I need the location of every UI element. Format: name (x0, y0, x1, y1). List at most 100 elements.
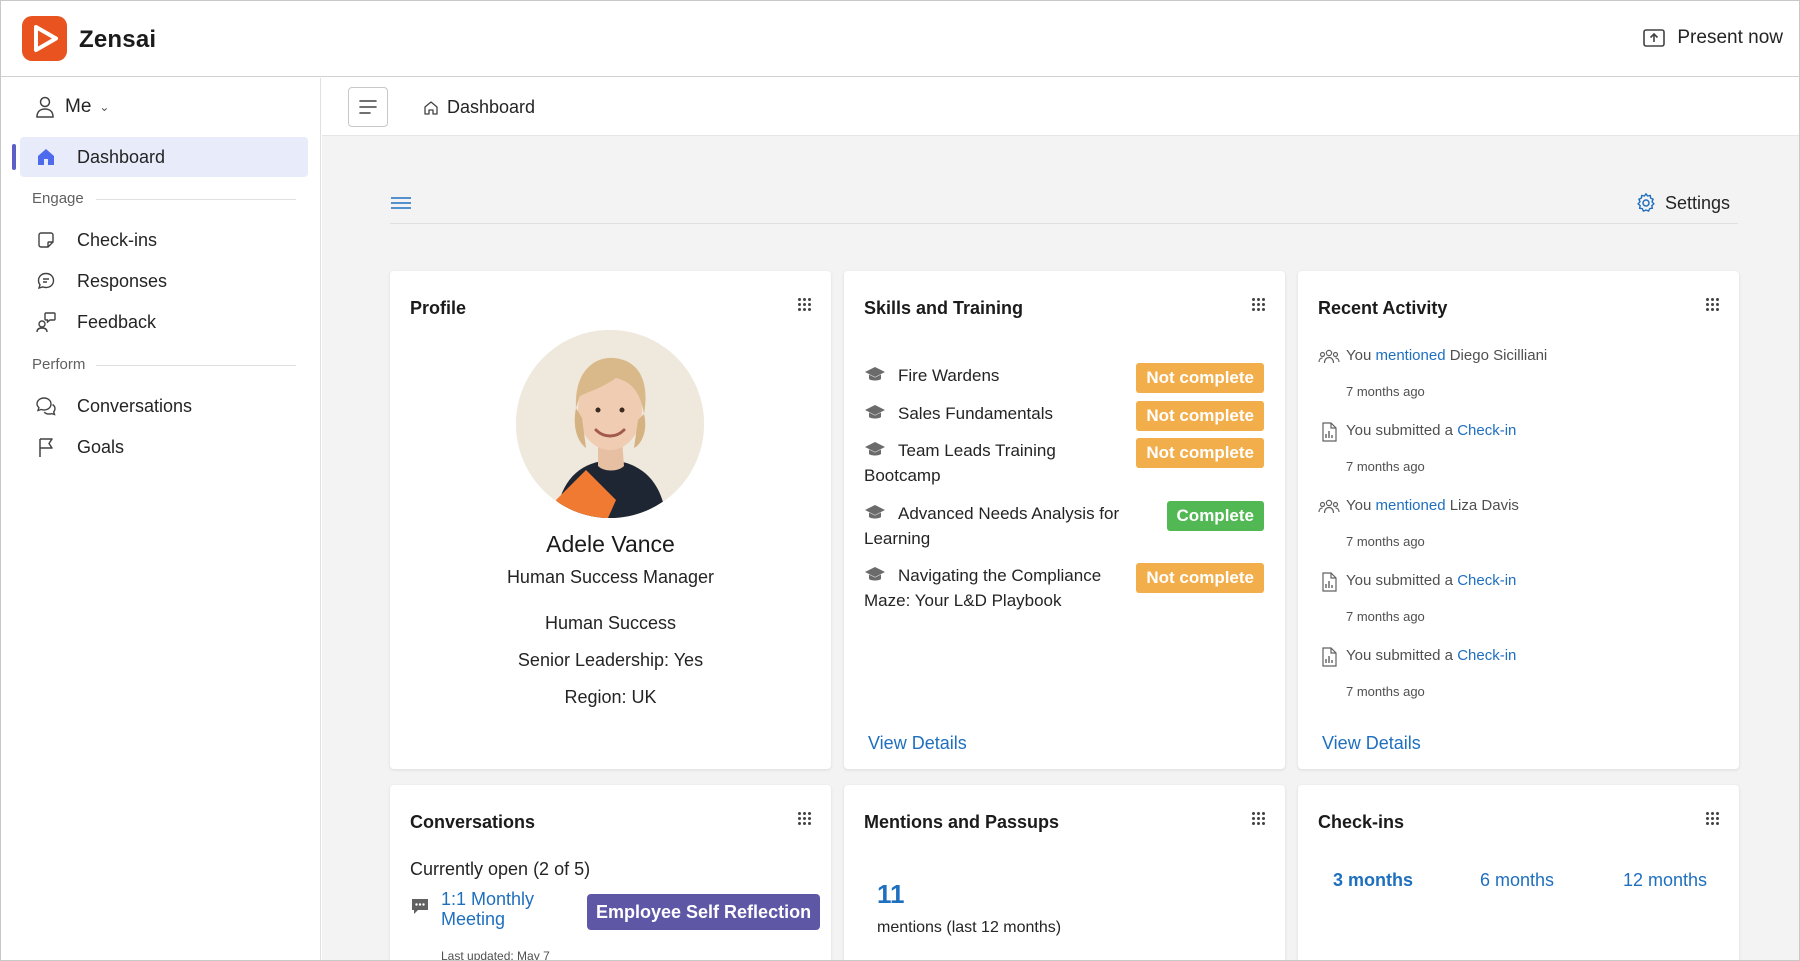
activity-text: You mentioned Liza Davis (1346, 497, 1519, 514)
note-icon (34, 228, 58, 252)
mentions-caption: mentions (last 12 months) (877, 919, 1062, 936)
hamburger-icon (359, 100, 377, 114)
app-window: Zensai Present now Me ⌄ Dashboard Engage… (0, 0, 1800, 961)
people-feedback-icon (34, 310, 58, 334)
activity-text: You submitted a Check-in (1346, 422, 1517, 439)
drag-handle-icon[interactable] (1706, 298, 1720, 312)
activity-time: 7 months ago (1346, 534, 1425, 549)
card-title: Skills and Training (864, 298, 1024, 318)
status-badge: Complete (1166, 501, 1264, 531)
check-ins-card: Check-ins 3 months 6 months 12 months (1298, 785, 1739, 960)
activity-link[interactable]: mentioned (1375, 347, 1445, 364)
sidebar-item-label: Responses (77, 270, 168, 291)
activity-text: You mentioned Diego Sicilliani (1346, 347, 1548, 364)
person-icon (36, 96, 54, 118)
comment-icon (412, 899, 428, 914)
section-divider (96, 199, 296, 200)
me-label: Me (65, 96, 92, 117)
status-badge: Not complete (1136, 401, 1264, 431)
nav-active-indicator (12, 144, 16, 170)
drag-handle-icon[interactable] (798, 298, 812, 312)
skills-training-card: Skills and Training Fire Wardens Not com… (844, 271, 1285, 769)
skill-name: Navigating the Compliance Maze: Your L&D… (864, 566, 1102, 610)
home-outline-icon (424, 100, 438, 115)
present-icon (1643, 29, 1666, 47)
conversation-icon (34, 394, 58, 418)
skill-name: Team Leads Training Bootcamp (864, 441, 1056, 485)
breadcrumb-label: Dashboard (447, 97, 536, 117)
sidebar-item-dashboard[interactable]: Dashboard (34, 145, 165, 169)
list-view-icon[interactable] (390, 192, 412, 212)
status-badge: Not complete (1136, 563, 1264, 593)
gear-icon (1637, 193, 1655, 212)
profile-name: Adele Vance (546, 531, 675, 557)
drag-handle-icon[interactable] (1252, 812, 1266, 826)
dashboard-toolbar: Settings (390, 188, 1738, 224)
toggle-menu-button[interactable] (348, 87, 388, 127)
activity-link[interactable]: Check-in (1457, 422, 1516, 439)
mentions-card: Mentions and Passups 11 mentions (last 1… (844, 785, 1285, 960)
skill-name: Advanced Needs Analysis for Learning (864, 504, 1120, 548)
activity-link[interactable]: mentioned (1375, 497, 1445, 514)
settings-label: Settings (1664, 192, 1730, 213)
conversation-updated: Last updated: May 7 (441, 949, 550, 961)
tab-6-months[interactable]: 6 months (1480, 870, 1554, 891)
home-icon (34, 145, 58, 169)
sidebar-item-responses[interactable]: Responses (34, 269, 167, 293)
card-title: Recent Activity (1318, 298, 1448, 318)
recent-activity-card: Recent Activity You mentioned Diego Sici… (1298, 271, 1739, 769)
sidebar-item-conversations[interactable]: Conversations (34, 394, 192, 418)
card-title: Mentions and Passups (864, 812, 1060, 832)
card-title: Conversations (410, 812, 536, 832)
status-badge: Not complete (1136, 363, 1264, 393)
me-dropdown[interactable]: Me ⌄ (35, 96, 109, 118)
activity-link[interactable]: Check-in (1457, 572, 1516, 589)
zensai-logo (22, 16, 67, 61)
sidebar-item-label: Dashboard (77, 146, 166, 167)
drag-handle-icon[interactable] (1706, 812, 1720, 826)
sidebar-item-goals[interactable]: Goals (34, 435, 124, 459)
settings-button[interactable]: Settings (1635, 192, 1730, 214)
report-icon (1322, 572, 1337, 592)
tab-3-months[interactable]: 3 months (1333, 870, 1413, 891)
conversations-open-count: Currently open (2 of 5) (410, 859, 591, 879)
avatar (516, 330, 704, 518)
profile-region: Region: UK (564, 687, 657, 707)
report-icon (1322, 422, 1337, 442)
present-now-label: Present now (1677, 27, 1783, 48)
conversation-link[interactable]: 1:1 Monthly Meeting (441, 889, 571, 929)
activity-view-details-link[interactable]: View Details (1322, 733, 1421, 754)
activity-time: 7 months ago (1346, 609, 1425, 624)
conversations-card: Conversations Currently open (2 of 5) 1:… (390, 785, 831, 961)
section-divider (96, 365, 296, 366)
skills-view-details-link[interactable]: View Details (868, 733, 967, 754)
breadcrumb[interactable]: Dashboard (423, 97, 535, 118)
people-icon (1318, 499, 1340, 514)
people-icon (1318, 349, 1340, 364)
profile-department: Human Success (544, 613, 677, 633)
mentions-count[interactable]: 11 (877, 879, 905, 910)
activity-link[interactable]: Check-in (1457, 647, 1516, 664)
report-icon (1322, 647, 1337, 667)
sidebar-item-check-ins[interactable]: Check-ins (34, 228, 157, 252)
tab-12-months[interactable]: 12 months (1623, 870, 1707, 891)
chat-icon (34, 269, 58, 293)
sidebar-item-label: Feedback (77, 311, 157, 332)
status-badge: Not complete (1136, 438, 1264, 468)
sidebar-item-label: Goals (77, 436, 125, 457)
sidebar-item-feedback[interactable]: Feedback (34, 310, 156, 334)
profile-card: Profile Adele Vance Human Success Manage… (390, 271, 831, 769)
drag-handle-icon[interactable] (798, 812, 812, 826)
sidebar-item-label: Check-ins (77, 229, 158, 250)
activity-text: You submitted a Check-in (1346, 572, 1517, 589)
profile-senior-leadership: Senior Leadership: Yes (517, 650, 704, 670)
drag-handle-icon[interactable] (1252, 298, 1266, 312)
activity-time: 7 months ago (1346, 459, 1425, 474)
present-now-button[interactable]: Present now (1643, 27, 1783, 49)
conversation-type-badge: Employee Self Reflection (587, 894, 821, 930)
flag-icon (34, 435, 58, 459)
content-header: Dashboard (322, 78, 1799, 136)
activity-text: You submitted a Check-in (1346, 647, 1517, 664)
skill-name: Fire Wardens (898, 366, 1000, 385)
activity-time: 7 months ago (1346, 684, 1425, 699)
